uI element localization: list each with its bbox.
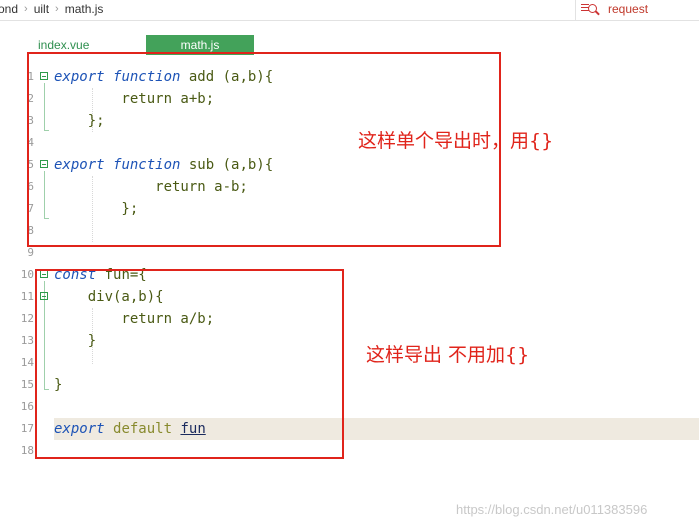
breadcrumb-item[interactable]: math.js <box>65 2 104 16</box>
line-number: 16 <box>20 400 34 413</box>
line-number: 13 <box>20 334 34 347</box>
breadcrumb-bar: ond › uilt › math.js request <box>0 0 699 21</box>
breadcrumb-item[interactable]: uilt <box>34 2 49 16</box>
line-number: 15 <box>20 378 34 391</box>
line-number: 17 <box>20 422 34 435</box>
search-icon <box>588 4 597 13</box>
breadcrumb: ond › uilt › math.js <box>0 2 103 16</box>
annotation-note-default: 这样导出 不用加{} <box>366 344 530 366</box>
search-query[interactable]: request <box>608 2 648 16</box>
search-box[interactable]: request <box>575 0 699 20</box>
line-number: 11 <box>20 290 34 303</box>
chevron-right-icon: › <box>24 3 28 15</box>
breadcrumb-item[interactable]: ond <box>0 2 18 16</box>
line-number: 10 <box>20 268 34 281</box>
chevron-right-icon: › <box>55 3 59 15</box>
line-number: 12 <box>20 312 34 325</box>
annotation-box-default-export <box>35 269 344 459</box>
annotation-note-named: 这样单个导出时，用{} <box>358 130 554 152</box>
line-number: 18 <box>20 444 34 457</box>
watermark: https://blog.csdn.net/u011383596 <box>456 502 648 517</box>
line-number: 14 <box>20 356 34 369</box>
